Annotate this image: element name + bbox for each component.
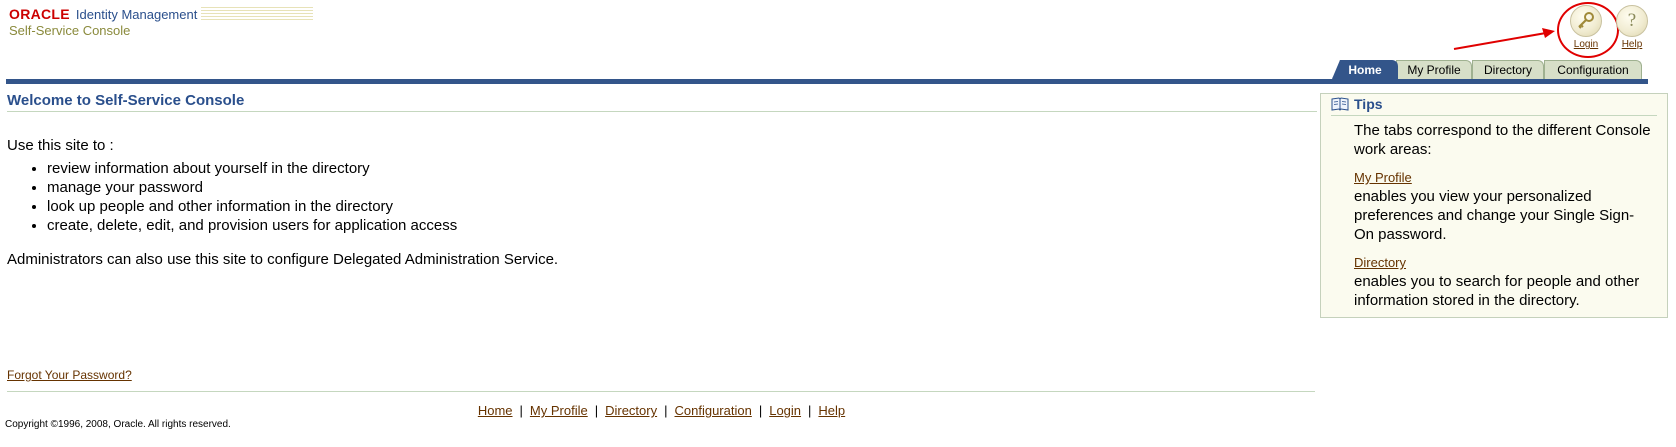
tab-underline-bar [6, 79, 1648, 84]
product-name: Identity Management [75, 6, 198, 22]
footer-links: Home | My Profile | Directory | Configuration |… [477, 403, 846, 418]
brand-block: ORACLE Identity Management Self-Service … [9, 6, 314, 38]
admin-note: Administrators can also use this site to… [7, 251, 559, 268]
book-icon [1331, 96, 1349, 112]
footer-link-home[interactable]: Home [478, 403, 513, 418]
footer-link-configuration[interactable]: Configuration [675, 403, 752, 418]
tips-my-profile-link[interactable]: My Profile [1354, 170, 1412, 185]
list-item: manage your password [47, 178, 457, 197]
tab-my-profile[interactable]: My Profile [1396, 60, 1472, 79]
question-icon: ? [1616, 5, 1648, 37]
tips-body: The tabs correspond to the different Con… [1354, 121, 1654, 319]
help-glyph: ? [1627, 10, 1637, 31]
forgot-password-link[interactable]: Forgot Your Password? [7, 368, 132, 382]
tips-header: Tips [1331, 96, 1383, 112]
tab-home[interactable]: Home [1332, 60, 1398, 79]
intro-text: Use this site to : [7, 137, 114, 154]
tips-profile-text: enables you view your personalized prefe… [1354, 188, 1635, 243]
footer-divider [7, 391, 1315, 392]
tips-intro: The tabs correspond to the different Con… [1354, 122, 1651, 158]
oracle-logo: ORACLE [9, 6, 70, 22]
tips-directory-text: enables you to search for people and oth… [1354, 273, 1640, 309]
annotation-arrow [1453, 28, 1555, 50]
footer-link-login[interactable]: Login [769, 403, 801, 418]
tab-configuration[interactable]: Configuration [1544, 60, 1642, 79]
tips-divider [1331, 115, 1657, 116]
help-button[interactable]: ? Help [1608, 5, 1656, 50]
list-item: review information about yourself in the… [47, 159, 457, 178]
list-item: look up people and other information in … [47, 197, 457, 216]
decorative-stripes [201, 7, 314, 21]
help-label: Help [1621, 39, 1643, 50]
brand-row: ORACLE Identity Management [9, 6, 314, 22]
footer-link-my-profile[interactable]: My Profile [530, 403, 588, 418]
footer-link-help[interactable]: Help [818, 403, 845, 418]
feature-list: review information about yourself in the… [25, 159, 457, 235]
tips-panel: Tips The tabs correspond to the differen… [1320, 93, 1668, 318]
console-name: Self-Service Console [9, 23, 131, 38]
list-item: create, delete, edit, and provision user… [47, 216, 457, 235]
page-title: Welcome to Self-Service Console [7, 92, 1317, 112]
tips-title: Tips [1354, 96, 1383, 112]
tab-directory[interactable]: Directory [1472, 60, 1544, 79]
footer-link-directory[interactable]: Directory [605, 403, 657, 418]
copyright: Copyright ©1996, 2008, Oracle. All right… [5, 419, 231, 430]
tips-directory-link[interactable]: Directory [1354, 255, 1406, 270]
